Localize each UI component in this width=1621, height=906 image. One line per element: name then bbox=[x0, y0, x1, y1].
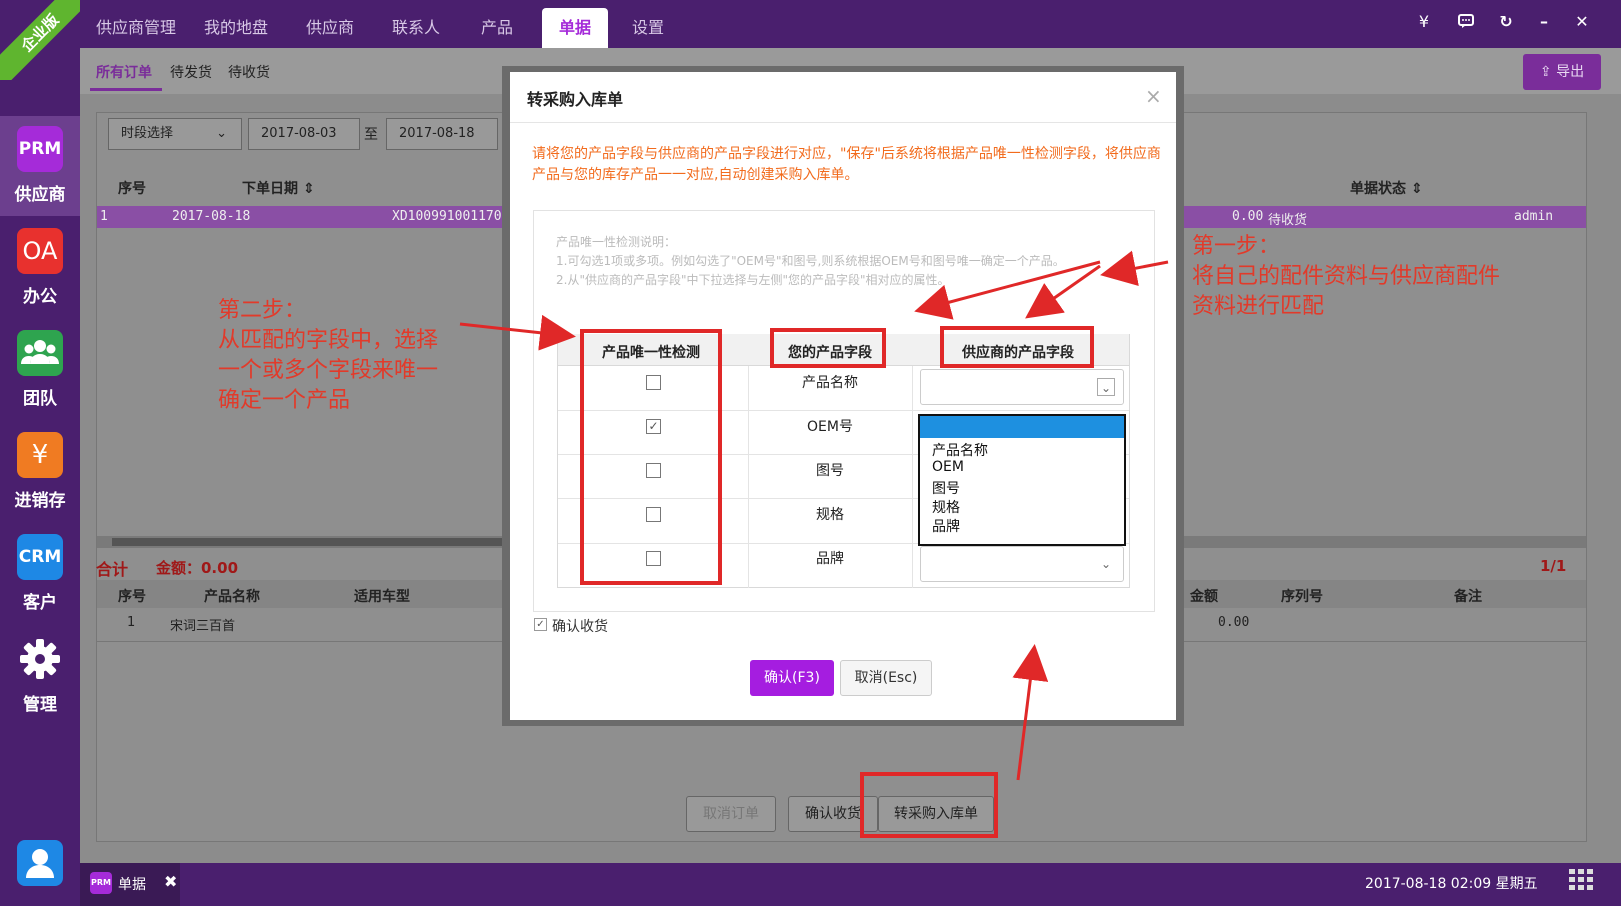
close-icon[interactable]: ✖ bbox=[164, 872, 177, 891]
annotation-step1-text: 将自己的配件资料与供应商配件资料进行匹配 bbox=[1192, 264, 1501, 319]
annotation-step2-text: 从匹配的字段中，选择一个或多个字段来唯一确定一个产品 bbox=[218, 328, 439, 413]
prm-icon: PRM bbox=[90, 872, 112, 894]
taskbar-tab-label: 单据 bbox=[118, 877, 146, 893]
clock: 2017-08-18 02:09 星期五 bbox=[1365, 876, 1538, 892]
annotation-step2-title: 第二步： bbox=[218, 298, 307, 323]
annotation-step1-title: 第一步： bbox=[1192, 234, 1281, 259]
annotation-arrows bbox=[459, 250, 1169, 781]
grid-icon[interactable] bbox=[1568, 866, 1594, 892]
